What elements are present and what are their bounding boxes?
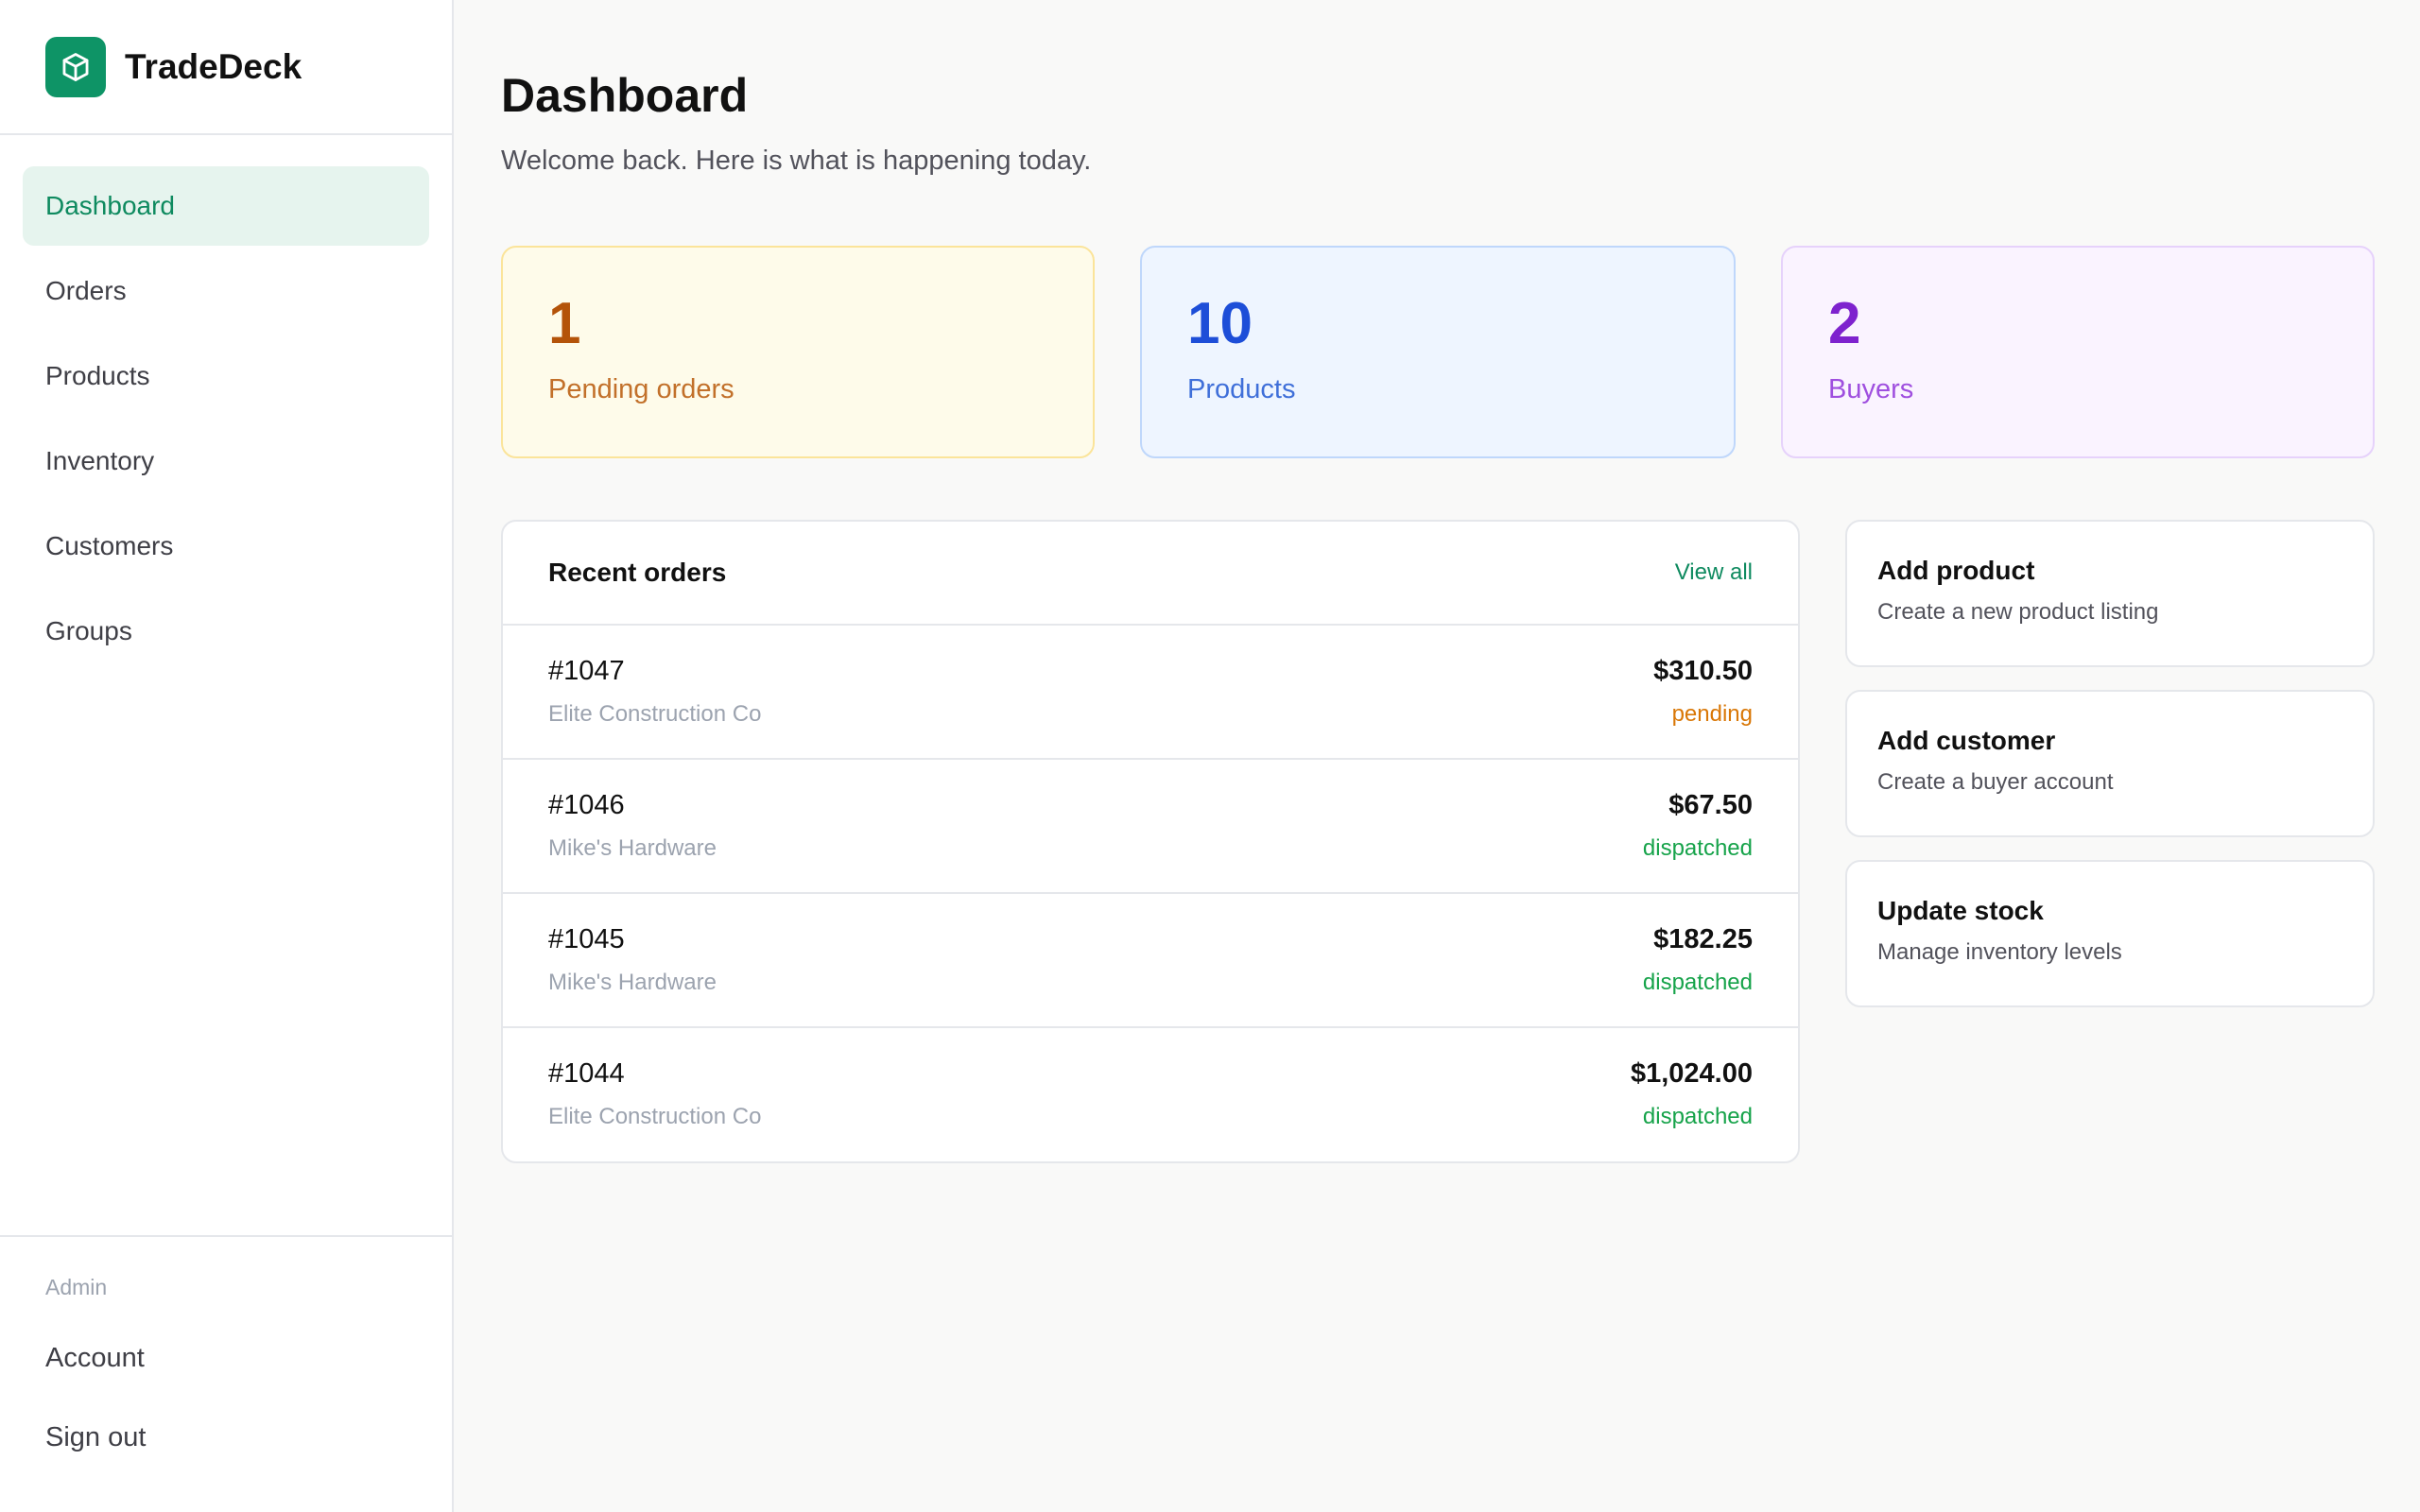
sign-out-link[interactable]: Sign out <box>45 1422 146 1453</box>
sidebar-item-groups[interactable]: Groups <box>23 592 429 671</box>
add-customer-button[interactable]: Add customer Create a buyer account <box>1845 690 2375 837</box>
box-icon <box>45 36 106 97</box>
order-status: dispatched <box>1642 835 1753 861</box>
section-label-admin: Admin <box>45 1275 108 1299</box>
app-name: TradeDeck <box>125 46 302 86</box>
stat-card-pending-orders[interactable]: 1 Pending orders <box>501 246 1095 458</box>
brand[interactable]: TradeDeck <box>0 0 452 135</box>
order-id: #1044 <box>548 1058 625 1089</box>
action-title: Add customer <box>1877 726 2056 755</box>
order-id: #1047 <box>548 656 625 686</box>
sidebar-nav: Dashboard Orders Products Inventory Cust… <box>0 135 452 671</box>
order-row[interactable]: #1045 Mike's Hardware $182.25 dispatched <box>503 894 1798 1028</box>
stat-label: Buyers <box>1828 374 1914 404</box>
order-id: #1046 <box>548 790 625 820</box>
action-title: Add product <box>1877 556 2035 585</box>
action-description: Create a new product listing <box>1877 599 2159 625</box>
view-all-link[interactable]: View all <box>1675 559 1753 586</box>
stat-card-products[interactable]: 10 Products <box>1140 246 1736 458</box>
sidebar-item-customers[interactable]: Customers <box>23 507 429 586</box>
recent-orders-title: Recent orders <box>548 558 727 587</box>
sidebar: TradeDeck Dashboard Orders Products Inve… <box>0 0 454 1512</box>
stat-value: 10 <box>1187 291 1253 356</box>
sidebar-item-orders[interactable]: Orders <box>23 251 429 331</box>
order-customer: Mike's Hardware <box>548 835 717 861</box>
stat-value: 2 <box>1828 291 1861 356</box>
action-description: Create a buyer account <box>1877 769 2114 795</box>
order-status: dispatched <box>1642 1104 1753 1129</box>
page-title: Dashboard <box>501 69 749 122</box>
recent-orders-panel: Recent orders View all #1047 Elite Const… <box>501 520 1800 1163</box>
order-amount: $182.25 <box>1653 924 1753 954</box>
sidebar-item-products[interactable]: Products <box>23 336 429 416</box>
order-row[interactable]: #1046 Mike's Hardware $67.50 dispatched <box>503 760 1798 894</box>
order-customer: Mike's Hardware <box>548 970 717 995</box>
sidebar-item-dashboard[interactable]: Dashboard <box>23 166 429 246</box>
action-title: Update stock <box>1877 896 2044 925</box>
recent-orders-header: Recent orders View all <box>503 522 1798 626</box>
account-link[interactable]: Account <box>45 1343 145 1374</box>
order-amount: $1,024.00 <box>1630 1058 1753 1089</box>
order-customer: Elite Construction Co <box>548 701 762 727</box>
action-description: Manage inventory levels <box>1877 939 2122 965</box>
order-status: dispatched <box>1642 970 1753 995</box>
order-id: #1045 <box>548 924 625 954</box>
stat-label: Products <box>1187 374 1296 404</box>
update-stock-button[interactable]: Update stock Manage inventory levels <box>1845 860 2375 1007</box>
order-status: pending <box>1671 701 1753 727</box>
order-row[interactable]: #1044 Elite Construction Co $1,024.00 di… <box>503 1028 1798 1161</box>
order-amount: $67.50 <box>1668 790 1753 820</box>
stat-card-buyers[interactable]: 2 Buyers <box>1781 246 2375 458</box>
sidebar-footer: Admin Account Sign out <box>0 1235 452 1512</box>
order-row[interactable]: #1047 Elite Construction Co $310.50 pend… <box>503 626 1798 760</box>
order-amount: $310.50 <box>1653 656 1753 686</box>
page-subtitle: Welcome back. Here is what is happening … <box>501 146 1092 176</box>
sidebar-item-inventory[interactable]: Inventory <box>23 421 429 501</box>
stat-value: 1 <box>548 291 581 356</box>
add-product-button[interactable]: Add product Create a new product listing <box>1845 520 2375 667</box>
order-customer: Elite Construction Co <box>548 1104 762 1129</box>
stat-label: Pending orders <box>548 374 735 404</box>
